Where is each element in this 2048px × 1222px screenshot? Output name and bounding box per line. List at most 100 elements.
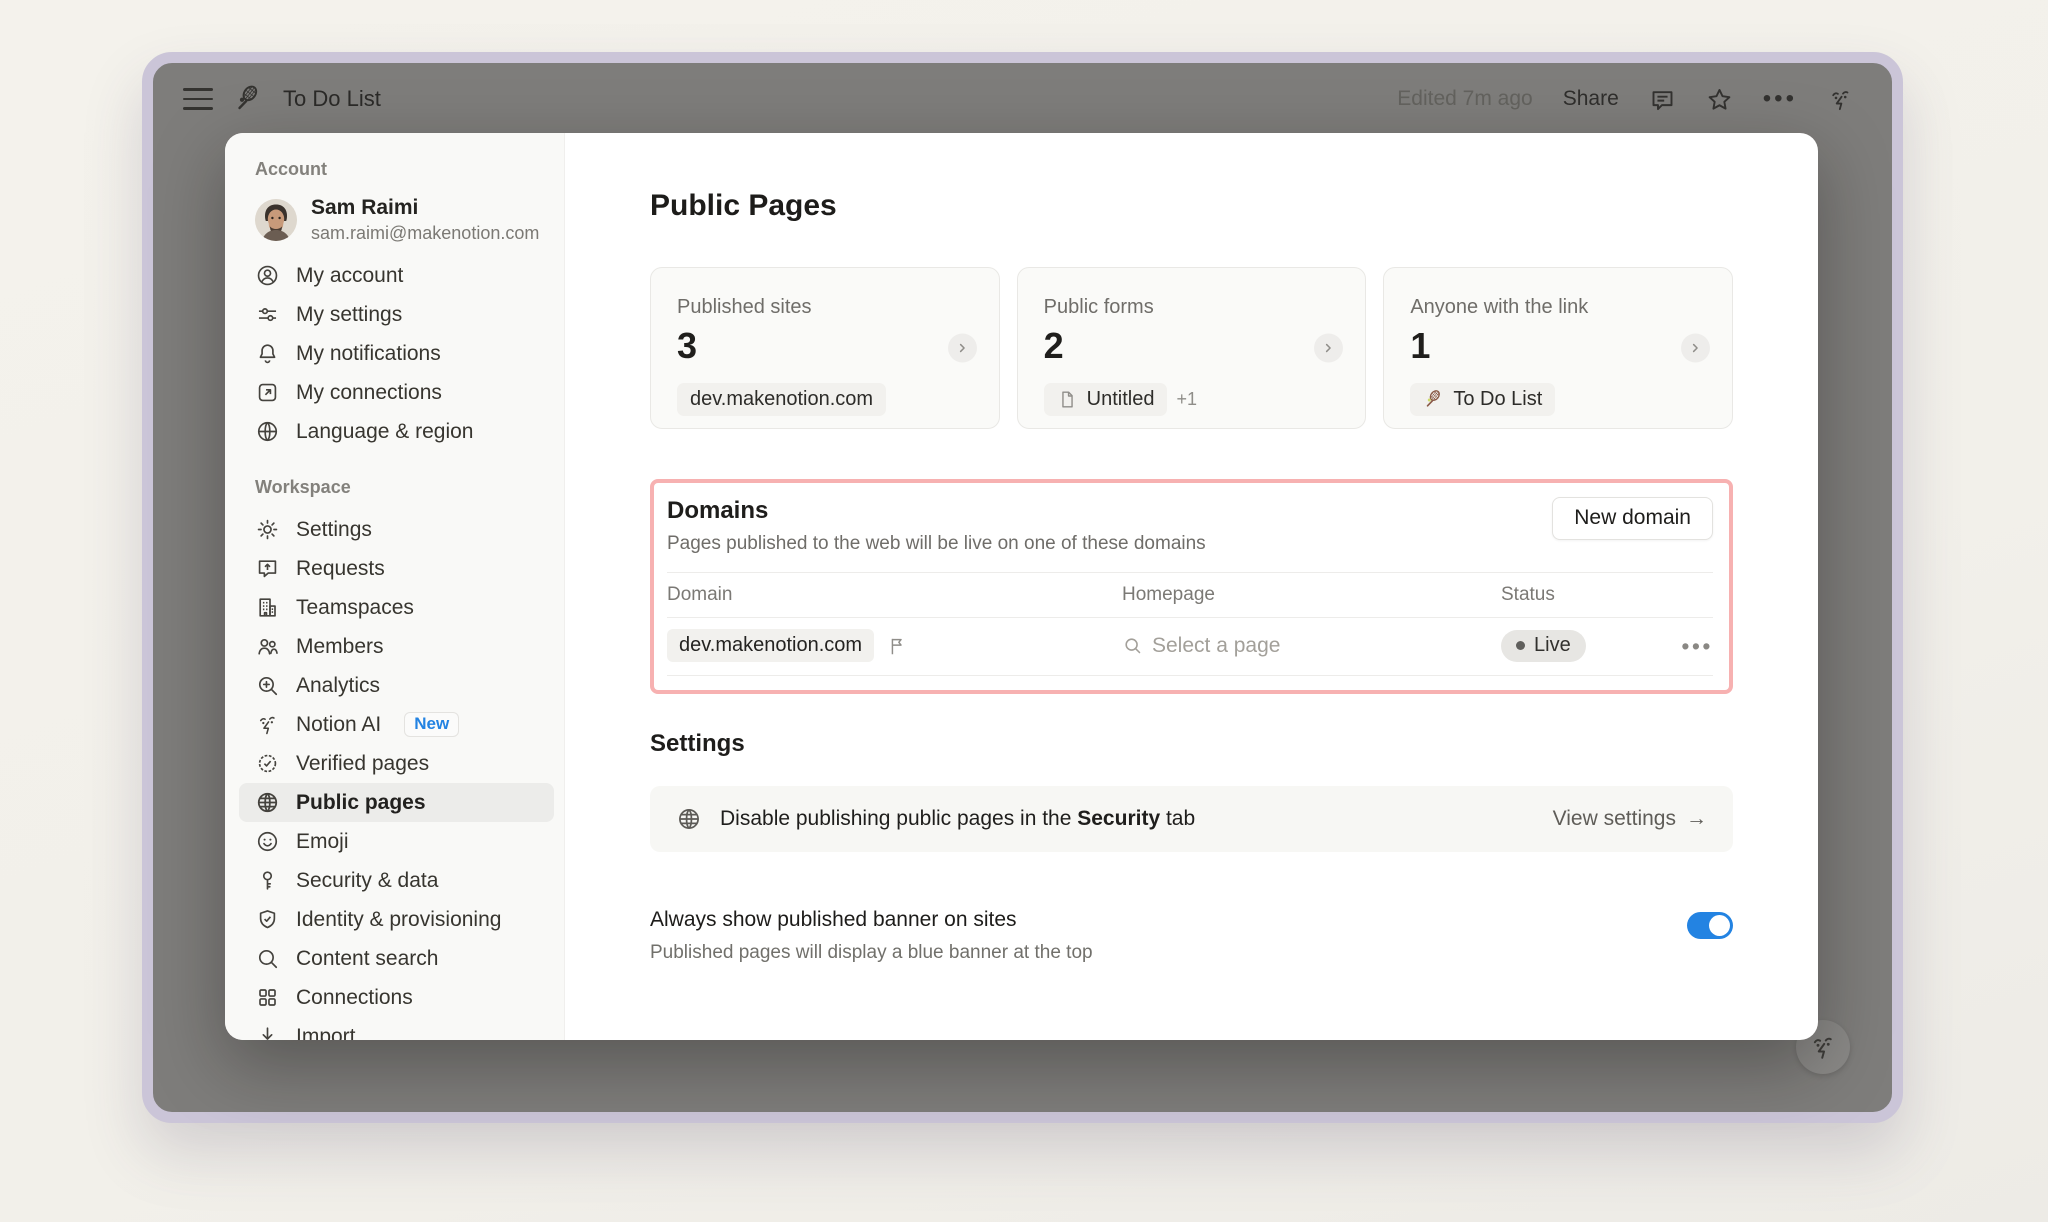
card-anyone-with-link: Anyone with the link 1	[1383, 267, 1733, 429]
chip-label: Untitled	[1087, 388, 1155, 411]
notion-ai-icon[interactable]	[1827, 86, 1854, 113]
column-homepage: Homepage	[1122, 584, 1501, 606]
page-chip[interactable]: Untitled	[1044, 383, 1168, 416]
settings-section-title: Settings	[650, 730, 1733, 758]
sidebar-item-label: Teamspaces	[296, 596, 414, 620]
chevron-right-button[interactable]	[948, 334, 977, 363]
sliders-icon	[255, 302, 281, 328]
favorite-star-icon[interactable]	[1706, 86, 1733, 113]
more-options-icon[interactable]: •••	[1763, 94, 1797, 104]
sidebar-item-content-search[interactable]: Content search	[239, 939, 554, 978]
disable-publishing-text: Disable publishing public pages in the S…	[720, 807, 1195, 831]
people-icon	[255, 634, 281, 660]
new-domain-button[interactable]: New domain	[1552, 497, 1713, 540]
request-bubble-icon	[255, 556, 281, 582]
sidebar-item-label: Verified pages	[296, 752, 429, 776]
card-label: Published sites	[677, 296, 973, 319]
sidebar-item-label: Content search	[296, 947, 438, 971]
sidebar-item-my-settings[interactable]: My settings	[239, 295, 554, 334]
sidebar-item-connections[interactable]: Connections	[239, 978, 554, 1017]
sidebar-item-requests[interactable]: Requests	[239, 549, 554, 588]
live-dot-icon	[1516, 641, 1525, 650]
document-icon	[1057, 389, 1078, 410]
new-badge: New	[404, 712, 459, 737]
sidebar-item-identity-provisioning[interactable]: Identity & provisioning	[239, 900, 554, 939]
domains-title: Domains	[667, 497, 1206, 525]
sidebar-item-security-data[interactable]: Security & data	[239, 861, 554, 900]
security-settings-panel: Disable publishing public pages in the S…	[650, 786, 1733, 852]
sidebar-item-label: Identity & provisioning	[296, 908, 501, 932]
verified-seal-icon	[255, 751, 281, 777]
screenshot-canvas: To Do List Edited 7m ago Share •••	[0, 0, 2048, 1222]
domain-chip[interactable]: dev.makenotion.com	[677, 383, 886, 416]
domains-section-highlighted: Domains Pages published to the web will …	[650, 479, 1733, 694]
column-domain: Domain	[667, 584, 1122, 606]
page-title-breadcrumb[interactable]: To Do List	[283, 86, 381, 112]
sidebar-item-label: Language & region	[296, 420, 474, 444]
card-label: Public forms	[1044, 296, 1340, 319]
page-chip[interactable]: To Do List	[1410, 383, 1555, 416]
sidebar-item-teamspaces[interactable]: Teamspaces	[239, 588, 554, 627]
summary-cards: Published sites 3 dev.makenotion.com Pub…	[650, 267, 1733, 429]
sidebar-item-label: My settings	[296, 303, 402, 327]
chevron-right-button[interactable]	[1314, 334, 1343, 363]
status-label: Live	[1534, 634, 1571, 657]
sidebar-menu-icon[interactable]	[183, 88, 213, 110]
sidebar-item-public-pages[interactable]: Public pages	[239, 783, 554, 822]
card-public-forms: Public forms 2 Untitled +1	[1017, 267, 1367, 429]
status-badge: Live	[1501, 630, 1586, 662]
sidebar-item-language-region[interactable]: Language & region	[239, 412, 554, 451]
view-settings-link[interactable]: View settings →	[1553, 807, 1707, 831]
comments-icon[interactable]	[1649, 86, 1676, 113]
view-settings-label: View settings	[1553, 807, 1676, 831]
sidebar-item-label: My account	[296, 264, 403, 288]
globe-icon	[676, 806, 702, 832]
domains-subtitle: Pages published to the web will be live …	[667, 533, 1206, 555]
sidebar-item-analytics[interactable]: Analytics	[239, 666, 554, 705]
shield-check-icon	[255, 907, 281, 933]
sidebar-item-my-account[interactable]: My account	[239, 256, 554, 295]
avatar	[255, 199, 297, 241]
card-count: 2	[1044, 325, 1340, 367]
banner-toggle-switch[interactable]	[1687, 912, 1733, 939]
sidebar-item-notion-ai[interactable]: Notion AI New	[239, 705, 554, 744]
tennis-racket-icon	[1423, 389, 1444, 410]
magnifier-plus-icon	[255, 673, 281, 699]
globe-icon	[255, 419, 281, 445]
row-more-options-icon[interactable]: •••	[1669, 641, 1713, 651]
sidebar-item-my-notifications[interactable]: My notifications	[239, 334, 554, 373]
flag-icon[interactable]	[886, 635, 908, 657]
search-icon	[255, 946, 281, 972]
more-count: +1	[1176, 389, 1197, 410]
sidebar-user[interactable]: Sam Raimi sam.raimi@makenotion.com	[239, 192, 554, 256]
sidebar-item-import[interactable]: Import	[239, 1017, 554, 1040]
sidebar-item-verified-pages[interactable]: Verified pages	[239, 744, 554, 783]
sidebar-item-emoji[interactable]: Emoji	[239, 822, 554, 861]
grid-icon	[255, 985, 281, 1011]
share-button[interactable]: Share	[1563, 87, 1619, 111]
chevron-right-button[interactable]	[1681, 334, 1710, 363]
import-arrow-icon	[255, 1024, 281, 1040]
account-section-label: Account	[239, 159, 554, 192]
workspace-section-label: Workspace	[239, 477, 554, 510]
bell-icon	[255, 341, 281, 367]
sidebar-item-label: Notion AI	[296, 713, 381, 737]
card-count: 1	[1410, 325, 1706, 367]
sidebar-item-label: Security & data	[296, 869, 438, 893]
user-email: sam.raimi@makenotion.com	[311, 223, 539, 244]
chip-label: To Do List	[1453, 388, 1542, 411]
sidebar-item-label: Import	[296, 1025, 356, 1040]
user-name: Sam Raimi	[311, 196, 539, 220]
arrow-right-icon: →	[1686, 807, 1707, 831]
sidebar-item-members[interactable]: Members	[239, 627, 554, 666]
sidebar-item-label: Public pages	[296, 791, 426, 815]
person-circle-icon	[255, 263, 281, 289]
card-label: Anyone with the link	[1410, 296, 1706, 319]
sidebar-item-label: Requests	[296, 557, 385, 581]
domain-name-chip[interactable]: dev.makenotion.com	[667, 629, 874, 662]
sidebar-item-my-connections[interactable]: My connections	[239, 373, 554, 412]
sidebar-item-settings[interactable]: Settings	[239, 510, 554, 549]
sidebar-item-label: My notifications	[296, 342, 441, 366]
key-icon	[255, 868, 281, 894]
homepage-select-input[interactable]: Select a page	[1122, 634, 1501, 658]
